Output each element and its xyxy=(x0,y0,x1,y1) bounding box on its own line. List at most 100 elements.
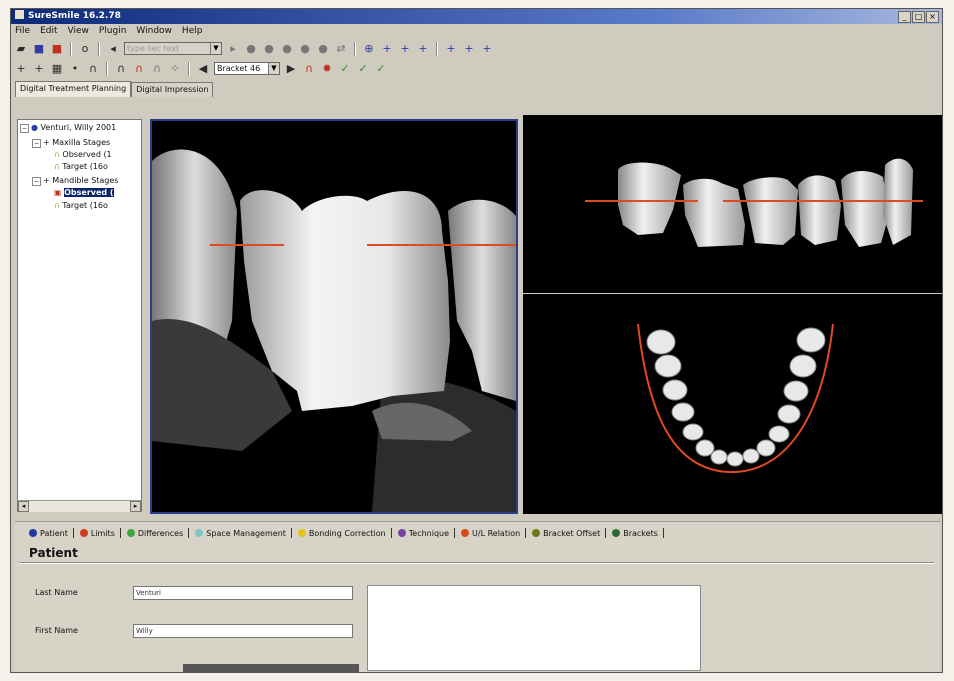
tree-horizontal-scrollbar[interactable]: ◂ ▸ xyxy=(18,500,141,512)
tree-maxilla-observed[interactable]: ∩ Observed (1 xyxy=(54,150,112,159)
open-icon[interactable]: ▰ xyxy=(14,42,28,56)
tab-brackets[interactable]: Brackets xyxy=(612,528,664,538)
target-icon[interactable]: ⊕ xyxy=(362,42,376,56)
sphere-1-icon[interactable]: ● xyxy=(244,42,258,56)
case-tree: − ● Venturi, Willy 2001 − + Maxilla Stages… xyxy=(17,119,142,512)
dot-icon[interactable]: • xyxy=(68,62,82,76)
menu-edit[interactable]: Edit xyxy=(40,26,57,36)
type-combo-text: type sec text xyxy=(127,44,180,53)
menu-window[interactable]: Window xyxy=(136,26,172,36)
chevron-down-icon[interactable]: ▼ xyxy=(210,43,221,54)
tab-differences-label: Differences xyxy=(137,528,184,538)
menu-view[interactable]: View xyxy=(68,26,89,36)
tab-digital-impression[interactable]: Digital Impression xyxy=(131,82,214,97)
tab-limits[interactable]: Limits xyxy=(79,528,121,538)
grid-icon[interactable]: ▦ xyxy=(50,62,64,76)
tab-space-management[interactable]: Space Management xyxy=(195,528,292,538)
close-button[interactable]: × xyxy=(926,11,939,23)
tab-separator xyxy=(454,528,456,538)
collapse-icon[interactable]: − xyxy=(20,124,29,133)
minimize-button[interactable]: _ xyxy=(898,11,911,23)
sphere-4-icon[interactable]: ● xyxy=(298,42,312,56)
check-1-icon[interactable]: ✓ xyxy=(338,62,352,76)
record-icon[interactable]: ■ xyxy=(50,42,64,56)
toolbar-separator xyxy=(70,41,72,56)
sphere-2-icon[interactable]: ● xyxy=(262,42,276,56)
save-icon[interactable]: ■ xyxy=(32,42,46,56)
window-title: SureSmile 16.2.78 xyxy=(28,11,121,21)
forward-arrow-icon[interactable]: ▸ xyxy=(226,42,240,56)
tab-ul-relation[interactable]: U/L Relation xyxy=(461,528,527,538)
occlusal-view-viewport[interactable] xyxy=(523,294,942,514)
tree-maxilla[interactable]: − + Maxilla Stages xyxy=(32,138,110,148)
tab-limits-label: Limits xyxy=(90,528,115,538)
maximize-button[interactable]: □ xyxy=(912,11,925,23)
scroll-left-icon[interactable]: ◂ xyxy=(18,501,29,512)
collapse-icon[interactable]: − xyxy=(32,139,41,148)
next-bracket-icon[interactable]: ▶ xyxy=(284,62,298,76)
chevron-down-icon[interactable]: ▼ xyxy=(268,63,279,74)
magnet-icon[interactable]: ∩ xyxy=(302,62,316,76)
plus-1-icon[interactable]: + xyxy=(14,62,28,76)
points-icon[interactable]: ⁘ xyxy=(168,62,182,76)
swap-icon[interactable]: ⇄ xyxy=(334,42,348,56)
tree-root[interactable]: − ● Venturi, Willy 2001 xyxy=(20,123,116,133)
sphere-3-icon[interactable]: ● xyxy=(280,42,294,56)
menu-plugin[interactable]: Plugin xyxy=(99,26,127,36)
tooth-closeup-viewport[interactable] xyxy=(150,119,518,514)
cross-1-icon[interactable]: + xyxy=(380,42,394,56)
tab-technique[interactable]: Technique xyxy=(397,528,456,538)
arch-gray-icon[interactable]: ∩ xyxy=(150,62,164,76)
side-view-viewport[interactable] xyxy=(523,115,942,293)
arch-icon: ∩ xyxy=(54,162,60,171)
tab-differences[interactable]: Differences xyxy=(126,528,190,538)
secondary-toolbar: + + ▦ • ∩ ∩ ∩ ∩ ⁘ ◀ Bracket 46 ▼ ▶ ∩ ✹ ✓ … xyxy=(11,59,942,78)
technique-tab-icon xyxy=(397,529,406,537)
tab-digital-treatment-planning[interactable]: Digital Treatment Planning xyxy=(15,81,132,97)
tree-maxilla-target[interactable]: ∩ Target (16o xyxy=(54,162,108,171)
tree-mandible-target-label: Target (16o xyxy=(62,201,108,210)
tab-bonding-correction[interactable]: Bonding Correction xyxy=(297,528,392,538)
scroll-right-icon[interactable]: ▸ xyxy=(130,501,141,512)
tree-mandible-label: Mandible Stages xyxy=(52,176,119,185)
cross-2-icon[interactable]: + xyxy=(398,42,412,56)
toolbar-separator xyxy=(98,41,100,56)
bracket-combo[interactable]: Bracket 46 ▼ xyxy=(214,62,280,75)
move-1-icon[interactable]: + xyxy=(444,42,458,56)
tree-maxilla-target-label: Target (16o xyxy=(62,162,108,171)
collapse-icon[interactable]: − xyxy=(32,177,41,186)
tab-bracket-offset[interactable]: Bracket Offset xyxy=(532,528,607,538)
last-name-label: Last Name xyxy=(35,588,78,597)
bracket-offset-tab-icon xyxy=(532,529,541,537)
check-3-icon[interactable]: ✓ xyxy=(374,62,388,76)
notes-area[interactable] xyxy=(367,585,701,671)
side-view-render xyxy=(585,158,923,247)
move-2-icon[interactable]: + xyxy=(462,42,476,56)
last-name-field[interactable]: Venturi xyxy=(133,586,353,600)
tree-mandible[interactable]: − + Mandible Stages xyxy=(32,176,118,186)
reset-icon[interactable]: o xyxy=(78,42,92,56)
stage-icon: + xyxy=(43,176,50,185)
tree-mandible-observed[interactable]: ▣ Observed ( xyxy=(54,188,114,197)
app-icon xyxy=(15,10,24,19)
stage-icon: + xyxy=(43,138,50,147)
prev-bracket-icon[interactable]: ◀ xyxy=(196,62,210,76)
arch-icon[interactable]: ∩ xyxy=(86,62,100,76)
back-arrow-icon[interactable]: ◂ xyxy=(106,42,120,56)
arch-2-icon[interactable]: ∩ xyxy=(114,62,128,76)
menu-file[interactable]: File xyxy=(15,26,30,36)
type-combo[interactable]: type sec text ▼ xyxy=(124,42,222,55)
tab-bonding-correction-label: Bonding Correction xyxy=(308,528,386,538)
tab-patient[interactable]: Patient xyxy=(29,528,74,538)
gear-icon[interactable]: ✹ xyxy=(320,62,334,76)
check-2-icon[interactable]: ✓ xyxy=(356,62,370,76)
first-name-field[interactable]: Willy xyxy=(133,624,353,638)
move-3-icon[interactable]: + xyxy=(480,42,494,56)
arch-red-icon[interactable]: ∩ xyxy=(132,62,146,76)
sphere-5-icon[interactable]: ● xyxy=(316,42,330,56)
menu-help[interactable]: Help xyxy=(182,26,203,36)
cross-3-icon[interactable]: + xyxy=(416,42,430,56)
plus-2-icon[interactable]: + xyxy=(32,62,46,76)
tooth-closeup-render xyxy=(152,149,516,512)
tree-mandible-target[interactable]: ∩ Target (16o xyxy=(54,201,108,210)
